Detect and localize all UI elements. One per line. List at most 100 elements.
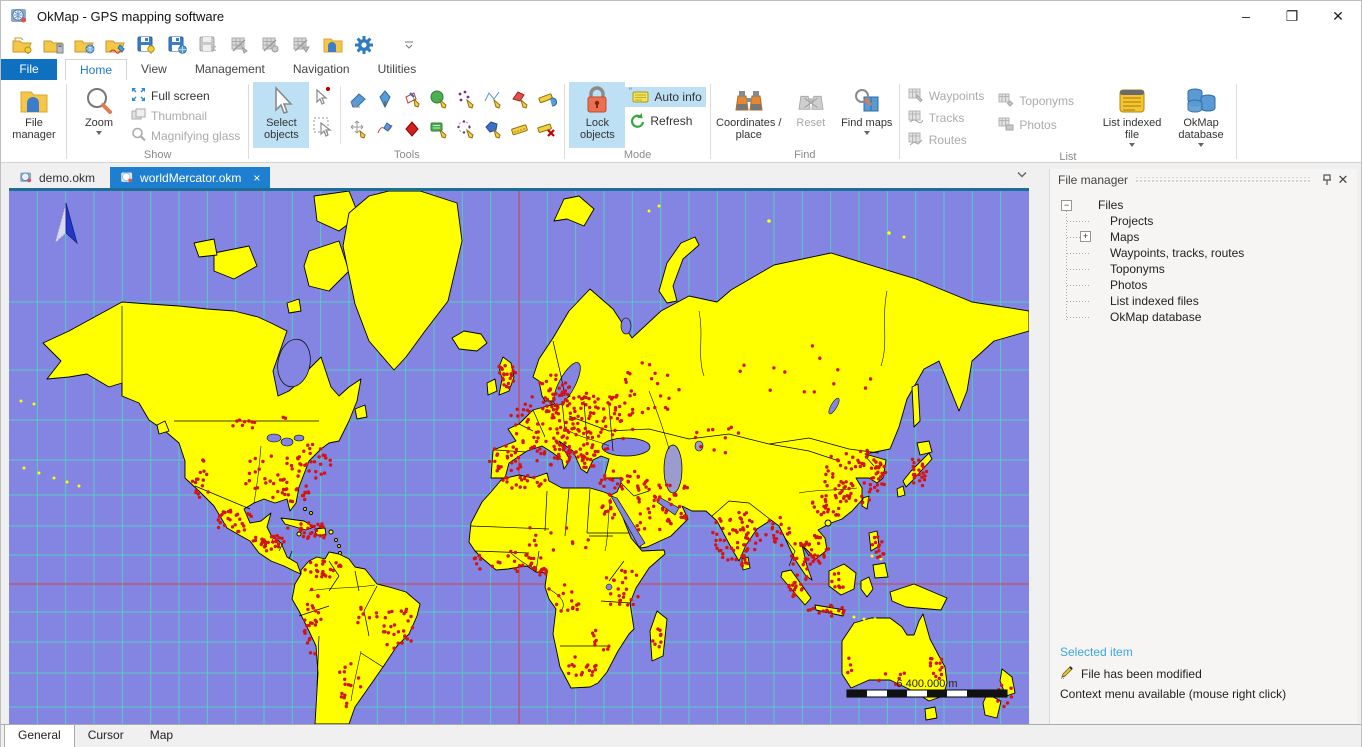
doc-tab-demo[interactable]: demo.okm — [9, 167, 105, 188]
vertex-tool-icon[interactable] — [400, 117, 424, 141]
tab-file[interactable]: File — [1, 59, 57, 80]
doc-tab-close-icon[interactable]: × — [247, 171, 260, 185]
tree-item-waypoints-tracks-routes[interactable]: Waypoints, tracks, routes — [1050, 245, 1357, 261]
group-find: Coordinates / place Reset Find maps Find — [712, 81, 898, 162]
list-photos-button[interactable]: Photos — [994, 115, 1078, 135]
indexed-file-icon — [1117, 85, 1147, 117]
file-manager-panel: File manager ✕ − Files Projects +Maps Wa… — [1049, 169, 1357, 724]
export-grid-disabled-icon[interactable] — [228, 34, 252, 56]
title-bar: OkMap - GPS mapping software – ❐ ✕ — [1, 1, 1361, 31]
status-tab-general[interactable]: General — [4, 725, 75, 747]
waypoint-tool-icon[interactable] — [373, 87, 397, 111]
edit-track-tool-icon[interactable] — [373, 117, 397, 141]
tree-item-photos[interactable]: Photos — [1050, 277, 1357, 293]
close-button[interactable]: ✕ — [1315, 1, 1361, 31]
expand-box[interactable]: + — [1080, 231, 1091, 242]
save-waypoint-icon[interactable] — [135, 34, 159, 56]
refresh-button[interactable]: Refresh — [625, 111, 705, 131]
tree-item-files[interactable]: − Files — [1050, 197, 1357, 213]
open-edit-icon[interactable] — [104, 34, 128, 56]
move-point-tool-icon[interactable] — [346, 117, 370, 141]
save-web-icon[interactable] — [166, 34, 190, 56]
convert-grid-disabled-icon[interactable] — [290, 34, 314, 56]
list-indexed-file-button[interactable]: List indexed file — [1100, 82, 1164, 148]
settings-gear-icon[interactable] — [352, 34, 376, 56]
toponyms-list-icon — [998, 93, 1014, 110]
full-screen-button[interactable]: Full screen — [127, 86, 244, 106]
eraser-tool-icon[interactable] — [346, 87, 370, 111]
measure-distance-tool-icon[interactable] — [508, 117, 532, 141]
delete-measure-tool-icon[interactable] — [535, 117, 559, 141]
ribbon: File manager Zoom Full screen — [1, 80, 1361, 163]
draw-points-tool-icon[interactable] — [454, 87, 478, 111]
lock-objects-button[interactable]: Lock objects — [569, 82, 625, 148]
find-maps-dropdown-caret — [864, 131, 870, 135]
status-tab-cursor[interactable]: Cursor — [75, 725, 137, 747]
add-select-cursor-icon[interactable] — [311, 85, 335, 109]
maximize-button[interactable]: ❐ — [1269, 1, 1315, 31]
panel-drag-hatch[interactable] — [1135, 177, 1312, 184]
okmap-database-button[interactable]: OkMap database — [1170, 82, 1232, 148]
auto-info-button[interactable]: “ Auto info — [625, 87, 705, 107]
list-waypoints-button[interactable]: Waypoints — [904, 86, 989, 106]
coordinates-place-button[interactable]: Coordinates / place — [715, 82, 783, 148]
import-grid-disabled-icon[interactable] — [259, 34, 283, 56]
draw-note-tool-icon[interactable] — [427, 117, 451, 141]
list-tracks-button[interactable]: Tracks — [904, 108, 989, 128]
quick-access-toolbar — [1, 31, 1361, 59]
magnifying-glass-icon — [131, 127, 146, 145]
tab-navigation[interactable]: Navigation — [279, 59, 364, 80]
list-toponyms-button[interactable]: Toponyms — [994, 91, 1078, 111]
context-hint-text: Context menu available (mouse right clic… — [1060, 687, 1286, 701]
tree-item-projects[interactable]: Projects — [1050, 213, 1357, 229]
tab-list-dropdown-icon[interactable] — [1017, 171, 1027, 179]
okmap-doc-icon — [19, 171, 33, 184]
tree-item-okmap-database[interactable]: OkMap database — [1050, 309, 1357, 325]
rubber-band-select-icon[interactable] — [311, 115, 335, 139]
reset-find-button[interactable]: Reset — [783, 82, 839, 148]
list-routes-button[interactable]: Routes — [904, 130, 989, 150]
group-mode: Lock objects “ Auto info Refresh Mode — [566, 81, 708, 162]
tab-home[interactable]: Home — [65, 59, 127, 80]
full-screen-icon — [131, 87, 146, 105]
tree-item-list-indexed-files[interactable]: List indexed files — [1050, 293, 1357, 309]
draw-circle-points-tool-icon[interactable] — [454, 117, 478, 141]
tree-item-toponyms[interactable]: Toponyms — [1050, 261, 1357, 277]
qat-overflow-icon[interactable] — [397, 34, 421, 56]
okmap-db-dropdown-caret — [1198, 143, 1204, 147]
measure-route-tool-icon[interactable] — [535, 87, 559, 111]
tab-view[interactable]: View — [127, 59, 181, 80]
ribbon-tab-bar: File Home View Management Navigation Uti… — [1, 59, 1361, 80]
tab-utilities[interactable]: Utilities — [364, 59, 431, 80]
draw-shape-tool-icon[interactable] — [481, 117, 505, 141]
draw-area-tool-icon[interactable] — [427, 87, 451, 111]
edit-waypoint-tool-icon[interactable] — [400, 87, 424, 111]
reset-binoculars-icon — [797, 85, 825, 117]
panel-title: File manager — [1058, 173, 1128, 187]
doc-tab-worldmercator[interactable]: worldMercator.okm × — [110, 167, 270, 188]
open-server-icon[interactable] — [42, 34, 66, 56]
group-list: Waypoints Tracks Routes Toponyms — [901, 81, 1235, 162]
pin-icon[interactable] — [1319, 172, 1335, 188]
magnifying-glass-button[interactable]: Magnifying glass — [127, 126, 244, 146]
status-tab-map[interactable]: Map — [137, 725, 186, 747]
open-project-icon[interactable] — [11, 34, 35, 56]
zoom-button[interactable]: Zoom — [71, 82, 127, 148]
collapse-box[interactable]: − — [1061, 200, 1072, 211]
auto-info-icon: “ — [629, 87, 649, 107]
draw-polyline-tool-icon[interactable] — [481, 87, 505, 111]
tab-management[interactable]: Management — [181, 59, 279, 80]
find-maps-button[interactable]: Find maps — [839, 82, 895, 148]
select-cursor-icon — [268, 85, 294, 117]
file-manager-button[interactable]: File manager — [6, 82, 62, 148]
draw-polygon-tool-icon[interactable] — [508, 87, 532, 111]
tree-item-maps[interactable]: +Maps — [1050, 229, 1357, 245]
minimize-button[interactable]: – — [1223, 1, 1269, 31]
thumbnail-button[interactable]: Thumbnail — [127, 106, 244, 126]
select-objects-button[interactable]: Select objects — [253, 82, 309, 148]
save-disabled-icon[interactable] — [197, 34, 221, 56]
open-web-map-icon[interactable] — [73, 34, 97, 56]
file-manager-folder-icon[interactable] — [321, 34, 345, 56]
map-canvas[interactable]: 6.400.000 m — [9, 191, 1029, 724]
panel-close-icon[interactable]: ✕ — [1335, 172, 1351, 188]
